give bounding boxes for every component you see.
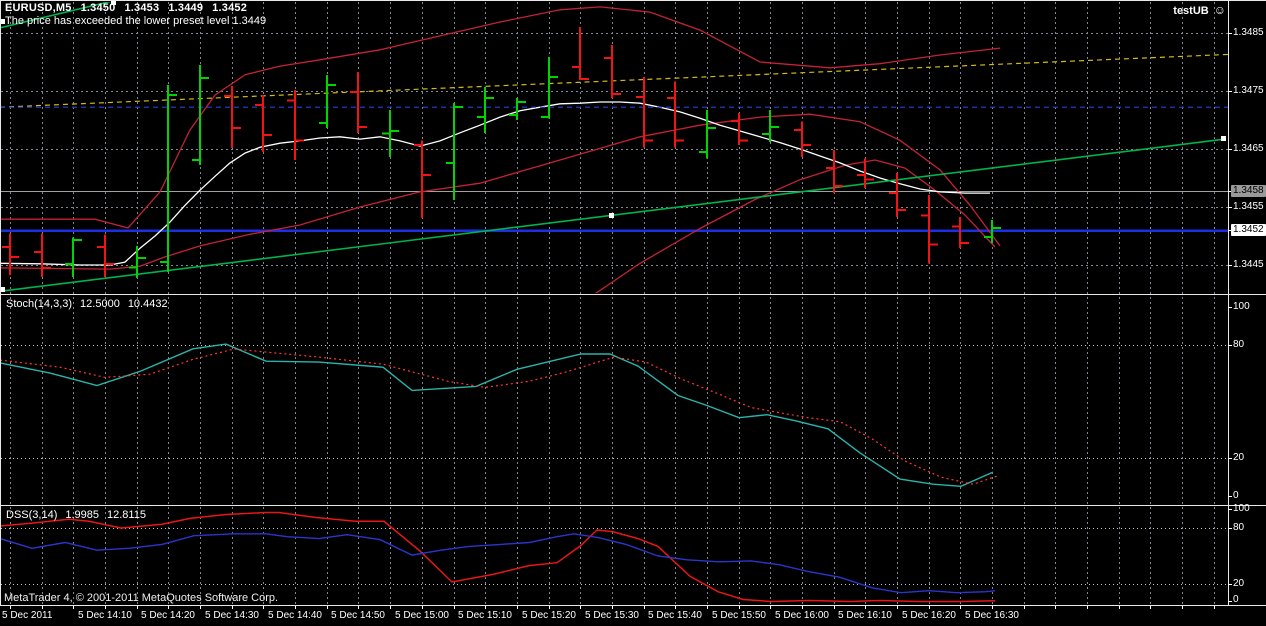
- time-axis-label: 5 Dec 14:50: [323, 610, 393, 622]
- stoch-axis-label: 20: [1233, 452, 1244, 464]
- time-axis-label: 5 Dec 14:40: [260, 610, 330, 622]
- dss-axis-label: 20: [1233, 578, 1244, 590]
- mt4-chart-window[interactable]: EURUSD,M5 1.3450 1.3453 1.3449 1.3452 The pr…: [0, 0, 1266, 626]
- price-alert-text: The price has exceeded the lower preset …: [5, 15, 266, 27]
- ohlc-high: 1.3453: [124, 2, 159, 14]
- dss-value-signal: 12.8115: [107, 509, 146, 521]
- time-axis-label: 5 Dec 15:20: [514, 610, 584, 622]
- stoch-axis-label: 80: [1233, 339, 1244, 351]
- time-axis-label: 5 Dec 15:00: [387, 610, 457, 622]
- stoch-axis-label: 0: [1233, 490, 1239, 502]
- time-axis-label: 5 Dec 2011: [2, 610, 52, 622]
- time-axis-label: 5 Dec 16:00: [767, 610, 837, 622]
- ohlc-open: 1.3450: [81, 2, 116, 14]
- ohlc-close: 1.3452: [212, 2, 247, 14]
- time-axis-label: 5 Dec 14:10: [70, 610, 140, 622]
- dss-indicator-label: DSS(3,14) 1.9985 12.8115: [6, 509, 154, 521]
- stoch-value-main: 12.5000: [80, 298, 120, 310]
- dss-axis-label: 80: [1233, 522, 1244, 534]
- dss-name: DSS(3,14): [6, 509, 57, 521]
- price-axis-label: 1.3465: [1233, 143, 1264, 155]
- time-axis-label: 5 Dec 14:30: [197, 610, 267, 622]
- stoch-axis-label: 100: [1233, 301, 1250, 313]
- time-axis-label: 5 Dec 16:30: [957, 610, 1027, 622]
- dss-value-main: 1.9985: [65, 509, 99, 521]
- chart-title: EURUSD,M5 1.3450 1.3453 1.3449 1.3452: [5, 2, 256, 14]
- account-watermark: testUB ☺: [1173, 3, 1226, 17]
- dss-axis-label: 100: [1233, 503, 1250, 515]
- time-axis-label: 5 Dec 15:30: [577, 610, 647, 622]
- time-axis-label: 5 Dec 15:40: [640, 610, 710, 622]
- price-axis-label: 1.3452: [1231, 224, 1266, 236]
- time-axis-label: 5 Dec 16:10: [830, 610, 900, 622]
- smiley-icon: ☺: [1214, 3, 1226, 17]
- price-axis-label: 1.3458: [1231, 185, 1266, 197]
- price-axis-label: 1.3475: [1233, 85, 1264, 97]
- price-axis-label: 1.3455: [1233, 201, 1264, 213]
- time-axis-label: 5 Dec 15:10: [450, 610, 520, 622]
- price-axis-label: 1.3445: [1233, 259, 1264, 271]
- dss-axis-label: 0: [1233, 594, 1239, 606]
- time-axis-label: 5 Dec 16:20: [894, 610, 964, 622]
- price-axis-label: 1.3485: [1233, 27, 1264, 39]
- time-axis-label: 5 Dec 14:20: [133, 610, 203, 622]
- stoch-value-signal: 10.4432: [128, 298, 168, 310]
- watermark-text: testUB: [1173, 5, 1208, 17]
- chart-canvas[interactable]: [0, 0, 1266, 626]
- copyright-text: MetaTrader 4, © 2001-2011 MetaQuotes Sof…: [4, 592, 278, 604]
- ohlc-low: 1.3449: [168, 2, 203, 14]
- stoch-indicator-label: Stoch(14,3,3) 12.5000 10.4432: [6, 298, 176, 310]
- time-axis-label: 5 Dec 15:50: [704, 610, 774, 622]
- stoch-name: Stoch(14,3,3): [6, 298, 72, 310]
- symbol-period: EURUSD,M5: [5, 2, 72, 14]
